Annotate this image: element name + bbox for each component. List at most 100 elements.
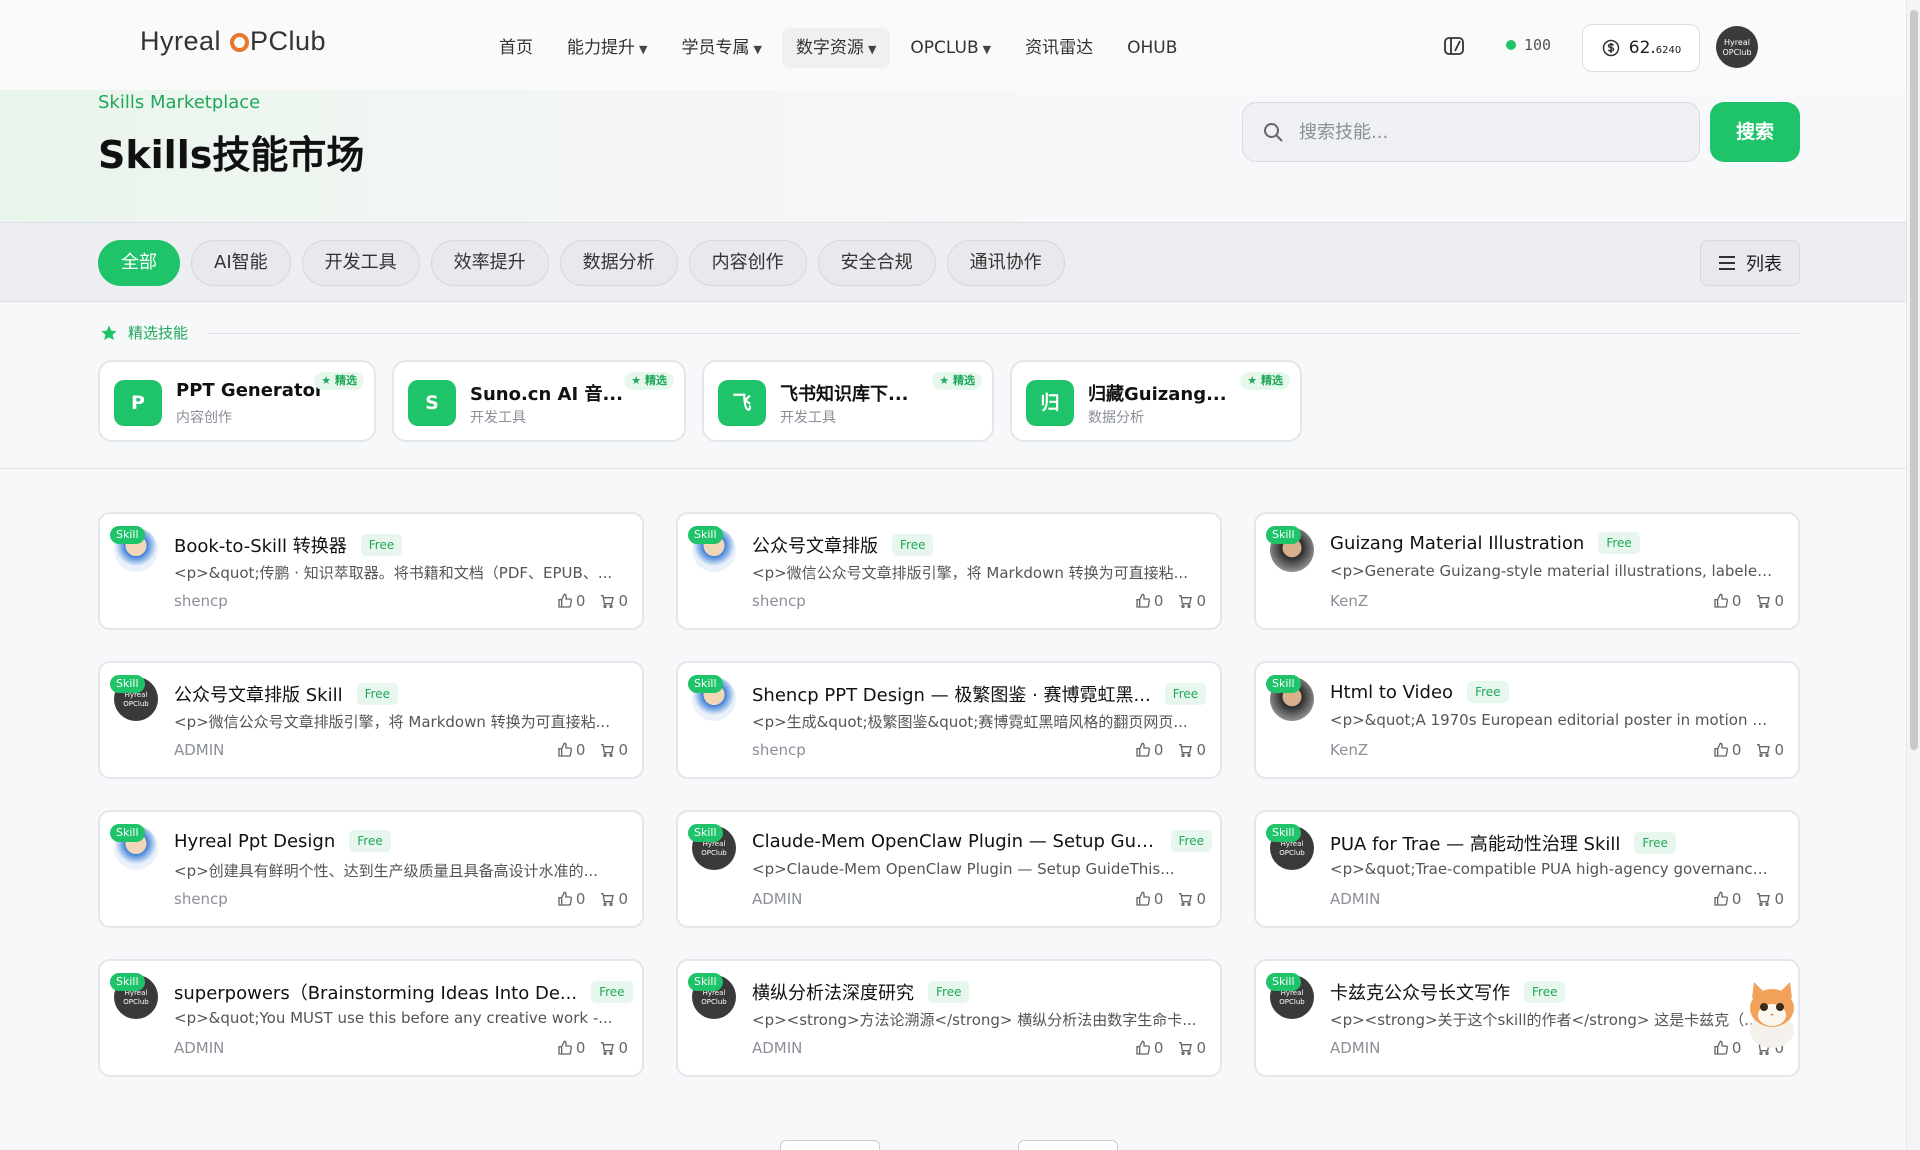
balance-button[interactable]: 62.6240 bbox=[1582, 24, 1700, 72]
view-toggle-button[interactable]: 列表 bbox=[1700, 240, 1800, 286]
skill-author[interactable]: ADMIN bbox=[752, 890, 802, 908]
skill-title[interactable]: Claude-Mem OpenClaw Plugin — Setup Gui..… bbox=[752, 831, 1157, 852]
featured-card-name: PPT Generator bbox=[176, 380, 324, 401]
cart-count[interactable]: 0 bbox=[1177, 592, 1206, 610]
cart-count[interactable]: 0 bbox=[1177, 741, 1206, 759]
skill-card[interactable]: Hyreal OPClub Skill 卡兹克公众号长文写作 Free <p><stron… bbox=[1254, 959, 1800, 1077]
featured-card-category: 数据分析 bbox=[1088, 410, 1144, 426]
nav-item-6[interactable]: OHUB bbox=[1113, 28, 1191, 68]
cart-count[interactable]: 0 bbox=[1755, 890, 1784, 908]
cart-count[interactable]: 0 bbox=[1177, 890, 1206, 908]
section-divider bbox=[0, 468, 1920, 469]
theme-toggle-icon[interactable] bbox=[1442, 34, 1466, 58]
skill-title[interactable]: 公众号文章排版 Skill bbox=[174, 681, 343, 707]
user-avatar[interactable]: Hyreal OPClub bbox=[1716, 26, 1758, 68]
skill-title[interactable]: 公众号文章排版 bbox=[752, 532, 878, 558]
skill-card[interactable]: Hyreal OPClub Skill Claude-Mem OpenClaw Plu… bbox=[676, 810, 1222, 928]
nav-item-label: 资讯雷达 bbox=[1025, 38, 1094, 58]
cart-count[interactable]: 0 bbox=[599, 1039, 628, 1057]
featured-card-name: 飞书知识库下... bbox=[780, 384, 909, 405]
cart-count[interactable]: 0 bbox=[1755, 741, 1784, 759]
skill-card[interactable]: Skill 公众号文章排版 Free <p>微信公众号文章排版引擎，将 Markdow… bbox=[676, 512, 1222, 630]
skill-card[interactable]: Skill Hyreal Ppt Design Free <p>创建具有鲜明个性、达到… bbox=[98, 810, 644, 928]
pagination-button-prev[interactable] bbox=[780, 1140, 880, 1150]
like-count[interactable]: 0 bbox=[1713, 1039, 1741, 1057]
nav-item-label: 学员专属 bbox=[681, 38, 750, 58]
view-toggle-label: 列表 bbox=[1746, 254, 1782, 275]
skill-title[interactable]: PUA for Trae — 高能动性治理 Skill bbox=[1330, 830, 1620, 856]
skill-title[interactable]: 卡兹克公众号长文写作 bbox=[1330, 979, 1510, 1005]
skill-card[interactable]: Hyreal OPClub Skill 公众号文章排版 Skill Free <p>微信公… bbox=[98, 661, 644, 779]
skill-title[interactable]: 横纵分析法深度研究 bbox=[752, 979, 914, 1005]
featured-card[interactable]: 归归藏Guizang... 数据分析 ★ 精选 bbox=[1010, 360, 1302, 442]
nav-item-5[interactable]: 资讯雷达 bbox=[1011, 28, 1107, 68]
chevron-down-icon: ▼ bbox=[867, 43, 877, 56]
skill-title[interactable]: Html to Video bbox=[1330, 682, 1453, 703]
skill-author[interactable]: shencp bbox=[752, 592, 806, 610]
skill-author[interactable]: KenZ bbox=[1330, 741, 1368, 759]
featured-card[interactable]: 飞飞书知识库下... 开发工具 ★ 精选 bbox=[702, 360, 994, 442]
skill-card[interactable]: Hyreal OPClub Skill PUA for Trae — 高能动性治理 S… bbox=[1254, 810, 1800, 928]
skill-title[interactable]: Shencp PPT Design — 极繁图鉴 · 赛博霓虹黑... bbox=[752, 681, 1151, 707]
like-count[interactable]: 0 bbox=[557, 890, 585, 908]
nav-item-1[interactable]: 能力提升 ▼ bbox=[553, 28, 661, 68]
skill-author[interactable]: ADMIN bbox=[174, 741, 224, 759]
pagination-button-next[interactable] bbox=[1018, 1140, 1118, 1150]
skill-title[interactable]: Guizang Material Illustration bbox=[1330, 533, 1584, 554]
skill-title[interactable]: Book-to-Skill 转换器 bbox=[174, 532, 347, 558]
nav-item-4[interactable]: OPCLUB ▼ bbox=[896, 28, 1005, 68]
like-count[interactable]: 0 bbox=[1713, 890, 1741, 908]
category-chip[interactable]: 数据分析 bbox=[559, 240, 678, 286]
skill-card[interactable]: Skill Shencp PPT Design — 极繁图鉴 · 赛博霓虹黑...… bbox=[676, 661, 1222, 779]
like-count[interactable]: 0 bbox=[1135, 741, 1163, 759]
like-count[interactable]: 0 bbox=[1713, 741, 1741, 759]
skill-title[interactable]: superpowers（Brainstorming Ideas Into De.… bbox=[174, 979, 577, 1005]
category-chip[interactable]: 安全合规 bbox=[817, 240, 936, 286]
skill-description: <p>&quot;A 1970s European editorial post… bbox=[1330, 711, 1775, 729]
category-chip[interactable]: 内容创作 bbox=[688, 240, 807, 286]
like-count[interactable]: 0 bbox=[557, 592, 585, 610]
cart-count[interactable]: 0 bbox=[1177, 1039, 1206, 1057]
like-count[interactable]: 0 bbox=[1135, 890, 1163, 908]
category-chip[interactable]: 开发工具 bbox=[301, 240, 420, 286]
category-chip[interactable]: 效率提升 bbox=[430, 240, 549, 286]
cart-count[interactable]: 0 bbox=[599, 890, 628, 908]
skill-author[interactable]: shencp bbox=[174, 592, 228, 610]
page-scrollbar[interactable] bbox=[1906, 0, 1920, 1150]
featured-card[interactable]: S Suno.cn AI 音... 开发工具 ★ 精选 bbox=[392, 360, 686, 442]
cart-count[interactable]: 0 bbox=[599, 592, 628, 610]
skill-author[interactable]: KenZ bbox=[1330, 592, 1368, 610]
nav-item-2[interactable]: 学员专属 ▼ bbox=[667, 28, 775, 68]
skill-author[interactable]: ADMIN bbox=[1330, 890, 1380, 908]
skill-card[interactable]: Skill Book-to-Skill 转换器 Free <p>&quot;传鹏 · … bbox=[98, 512, 644, 630]
skill-card[interactable]: Hyreal OPClub Skill superpowers（Brainstormi… bbox=[98, 959, 644, 1077]
search-button[interactable]: 搜索 bbox=[1710, 102, 1800, 162]
skill-author[interactable]: shencp bbox=[174, 890, 228, 908]
skill-author[interactable]: shencp bbox=[752, 741, 806, 759]
skill-card[interactable]: Skill Html to Video Free <p>&quot;A 1970s E… bbox=[1254, 661, 1800, 779]
skill-author[interactable]: ADMIN bbox=[1330, 1039, 1380, 1057]
featured-card-category: 内容创作 bbox=[176, 410, 232, 426]
skill-card[interactable]: Skill Guizang Material Illustration Free <p… bbox=[1254, 512, 1800, 630]
like-count[interactable]: 0 bbox=[1713, 592, 1741, 610]
site-logo[interactable]: Hyreal PClub bbox=[140, 26, 326, 57]
category-chip[interactable]: 通讯协作 bbox=[946, 240, 1065, 286]
cart-count[interactable]: 0 bbox=[1755, 592, 1784, 610]
search-input[interactable] bbox=[1299, 121, 1659, 143]
cat-mascot-icon[interactable] bbox=[1742, 978, 1802, 1050]
like-count[interactable]: 0 bbox=[1135, 1039, 1163, 1057]
cart-count[interactable]: 0 bbox=[599, 741, 628, 759]
skill-title[interactable]: Hyreal Ppt Design bbox=[174, 831, 335, 852]
skill-author[interactable]: ADMIN bbox=[752, 1039, 802, 1057]
nav-item-3[interactable]: 数字资源 ▼ bbox=[781, 28, 891, 68]
scrollbar-thumb[interactable] bbox=[1910, 10, 1918, 750]
category-chip[interactable]: 全部 bbox=[98, 240, 180, 286]
like-count[interactable]: 0 bbox=[1135, 592, 1163, 610]
skill-card[interactable]: Hyreal OPClub Skill 横纵分析法深度研究 Free <p><strong… bbox=[676, 959, 1222, 1077]
nav-item-0[interactable]: 首页 bbox=[485, 28, 547, 68]
like-count[interactable]: 0 bbox=[557, 1039, 585, 1057]
category-chip[interactable]: AI智能 bbox=[191, 240, 291, 286]
like-count[interactable]: 0 bbox=[557, 741, 585, 759]
skill-author[interactable]: ADMIN bbox=[174, 1039, 224, 1057]
featured-card[interactable]: P PPT Generator 内容创作 ★ 精选 bbox=[98, 360, 376, 442]
